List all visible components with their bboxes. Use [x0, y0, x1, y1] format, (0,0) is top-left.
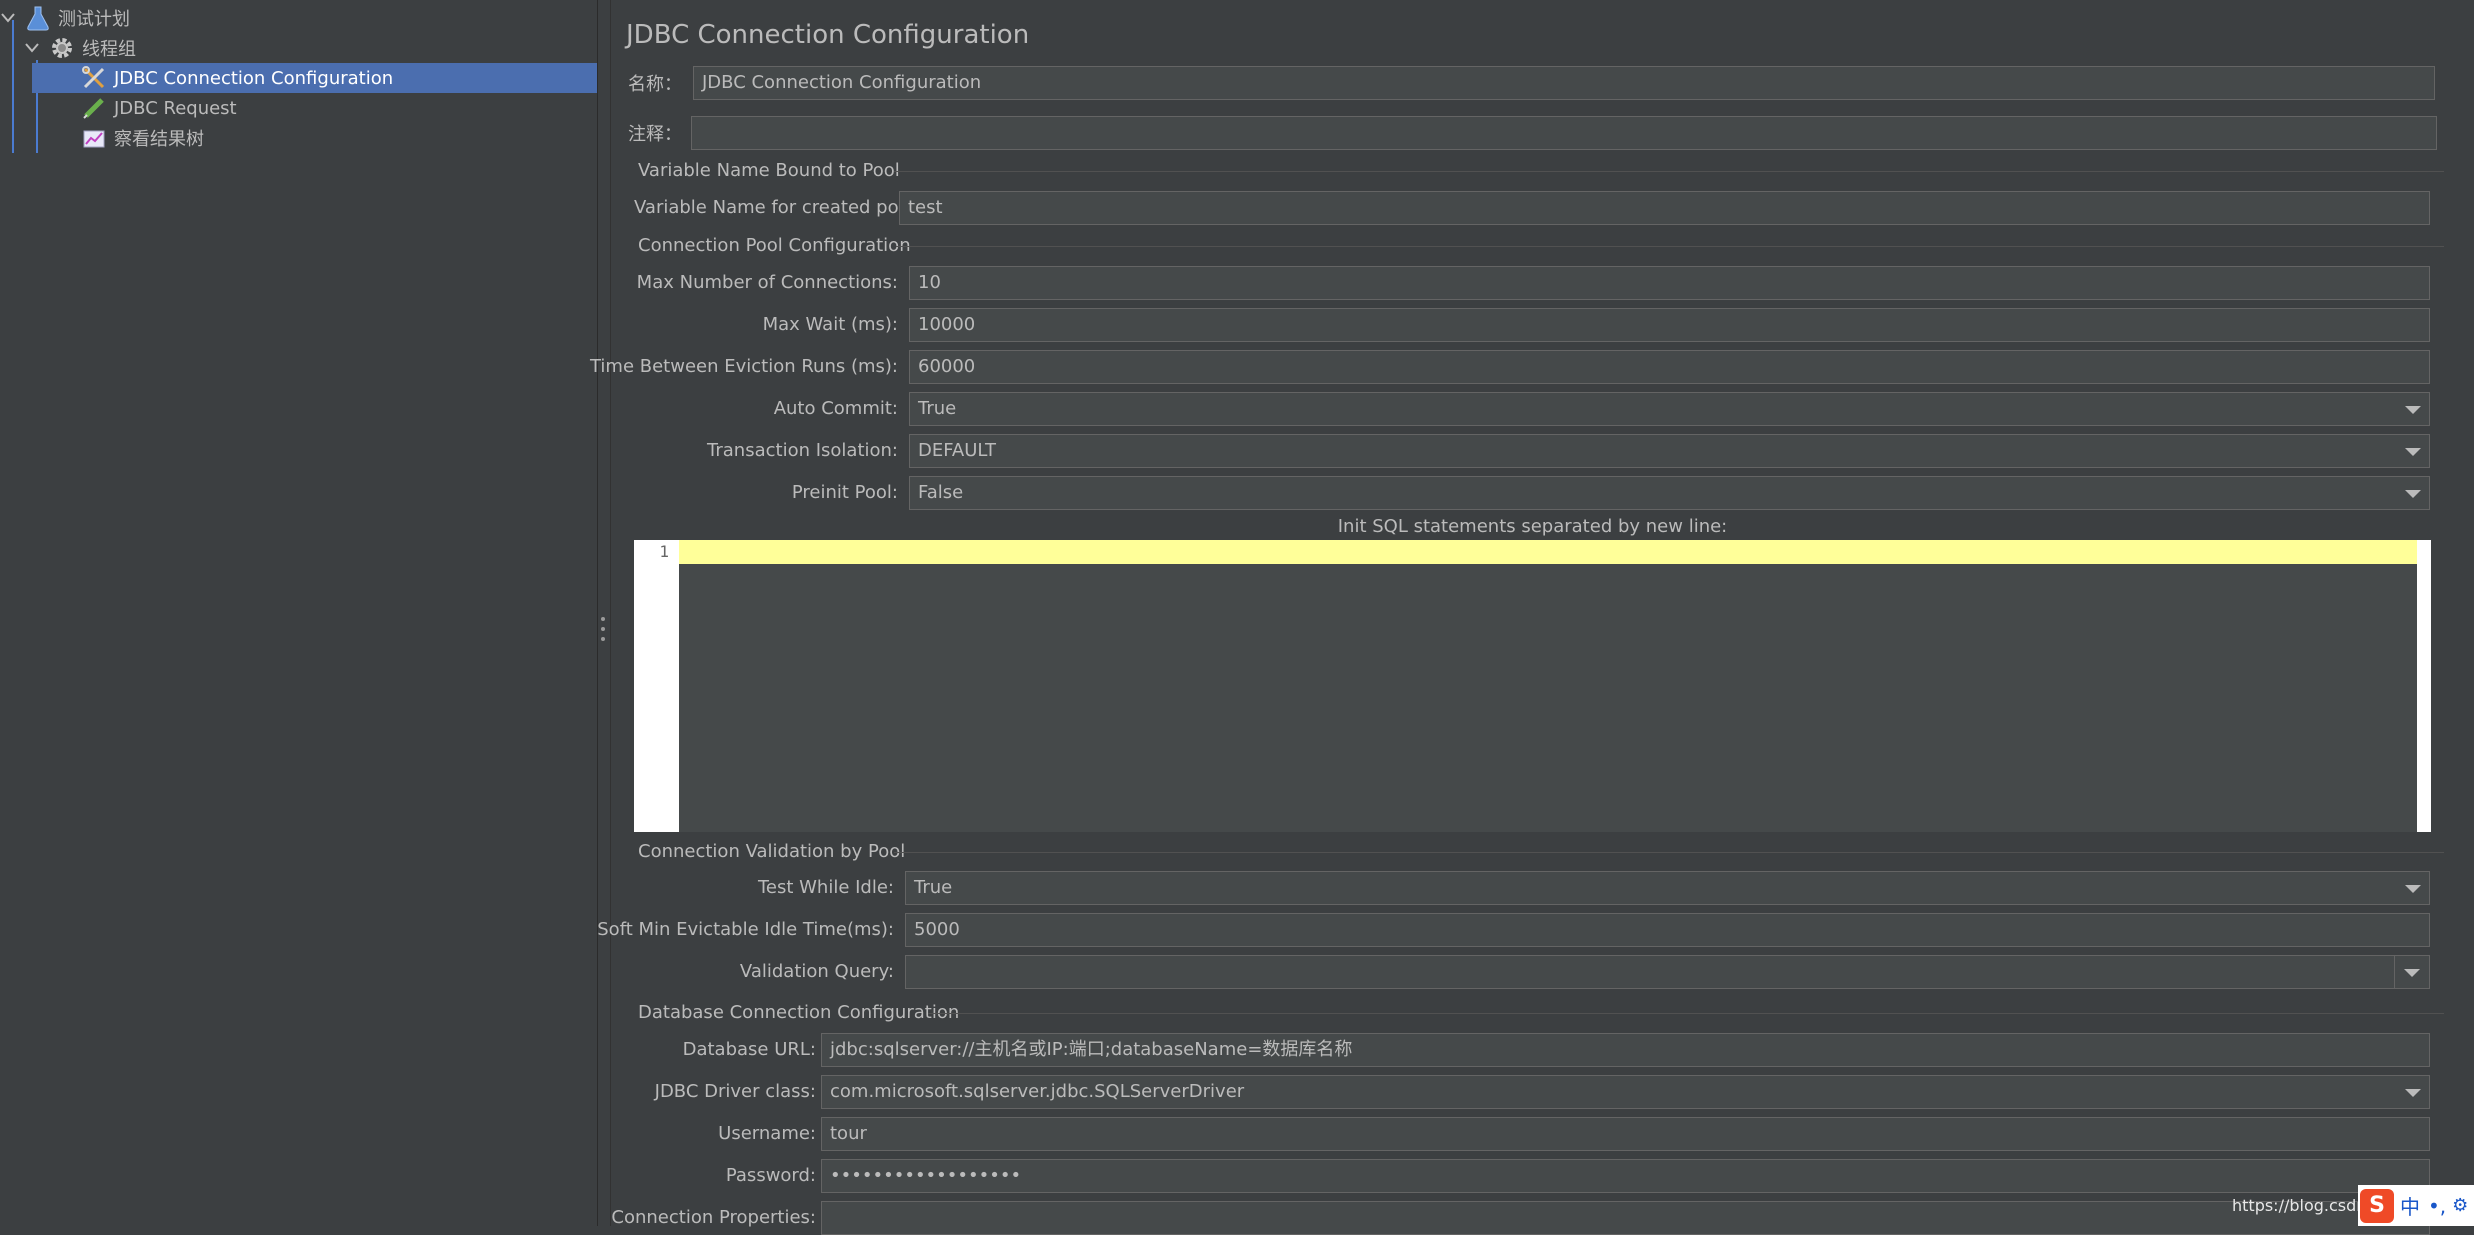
validation-query-label: Validation Query: — [739, 961, 894, 982]
current-line-highlight — [679, 540, 2417, 564]
sogou-logo-icon[interactable]: S — [2360, 1188, 2394, 1223]
config-wrench-icon — [80, 64, 108, 92]
test-idle-label: Test While Idle: — [757, 877, 894, 898]
username-label: Username: — [718, 1123, 816, 1144]
section-divider — [896, 246, 2444, 247]
section-title-bound: Variable Name Bound to Pool — [638, 160, 900, 181]
section-divider — [928, 1013, 2444, 1014]
chevron-down-icon[interactable] — [2404, 969, 2420, 977]
section-divider — [894, 852, 2444, 853]
comment-label: 注释： — [628, 124, 682, 145]
thread-group-gear-icon — [48, 34, 76, 62]
eviction-input[interactable]: 60000 — [909, 350, 2430, 384]
tree-item-jdbc-request[interactable]: JDBC Request — [80, 93, 237, 123]
max-wait-label: Max Wait (ms): — [762, 314, 898, 335]
preinit-label: Preinit Pool: — [791, 482, 898, 503]
isolation-select[interactable]: DEFAULT — [909, 434, 2430, 468]
line-number: 1 — [659, 542, 669, 561]
soft-min-input[interactable]: 5000 — [905, 913, 2430, 947]
tree-item-thread-group[interactable]: 线程组 — [24, 33, 597, 63]
editor-scrollbar[interactable] — [2417, 540, 2431, 832]
select-value: True — [914, 877, 953, 898]
section-title-database: Database Connection Configuration — [638, 1002, 960, 1023]
password-label: Password: — [725, 1165, 816, 1186]
splitter-grip-icon[interactable] — [601, 617, 605, 641]
db-url-input[interactable]: jdbc:sqlserver://主机名或IP:端口;databaseName=… — [821, 1033, 2430, 1067]
validation-query-combo[interactable] — [905, 955, 2430, 989]
tree-item-label: 线程组 — [82, 39, 136, 60]
init-sql-label: Init SQL statements separated by new lin… — [1337, 516, 1728, 537]
tree-item-label: 测试计划 — [58, 9, 130, 30]
name-input[interactable]: JDBC Connection Configuration — [693, 66, 2435, 100]
soft-min-label: Soft Min Evictable Idle Time(ms): — [597, 919, 894, 940]
listener-chart-icon — [80, 124, 108, 152]
eviction-label: Time Between Eviction Runs (ms): — [589, 356, 898, 377]
tree-guide-line — [12, 20, 14, 153]
chevron-down-icon[interactable] — [2405, 885, 2421, 893]
chevron-down-icon[interactable] — [2405, 406, 2421, 414]
ime-settings-icon[interactable]: ⚙ — [2452, 1195, 2468, 1216]
page-title: JDBC Connection Configuration — [626, 20, 1030, 50]
var-name-input[interactable]: test — [899, 191, 2430, 225]
chevron-down-icon[interactable] — [2405, 448, 2421, 456]
tree-item-results-tree[interactable]: 察看结果树 — [80, 123, 204, 153]
tree-item-label: JDBC Connection Configuration — [114, 67, 394, 89]
conn-props-input[interactable] — [821, 1201, 2430, 1235]
section-divider — [894, 171, 2444, 172]
init-sql-textarea[interactable] — [679, 540, 2417, 832]
max-conn-label: Max Number of Connections: — [636, 272, 898, 293]
ime-toolbar[interactable]: S 中 •, ⚙ — [2358, 1185, 2474, 1226]
chevron-down-icon[interactable] — [2405, 490, 2421, 498]
init-sql-editor[interactable]: 1 — [634, 540, 2431, 832]
ime-language-toggle[interactable]: 中 — [2400, 1191, 2420, 1220]
ime-punctuation-toggle[interactable]: •, — [2428, 1194, 2446, 1218]
username-input[interactable]: tour — [821, 1117, 2430, 1151]
chevron-down-icon[interactable] — [0, 10, 16, 26]
select-value: False — [918, 482, 964, 503]
driver-label: JDBC Driver class: — [654, 1081, 816, 1102]
tree-item-label: JDBC Request — [114, 97, 237, 119]
test-plan-flask-icon — [24, 4, 52, 32]
preinit-select[interactable]: False — [909, 476, 2430, 510]
name-label: 名称： — [628, 74, 682, 95]
comment-input[interactable] — [691, 116, 2437, 150]
auto-commit-label: Auto Commit: — [773, 398, 898, 419]
test-plan-tree: 测试计划 线程组 JDBC Connection Configuration J… — [0, 0, 597, 1226]
dropdown-button[interactable] — [2394, 956, 2429, 988]
chevron-down-icon[interactable] — [24, 40, 40, 56]
chevron-down-icon[interactable] — [2405, 1089, 2421, 1097]
select-value: DEFAULT — [918, 440, 996, 461]
tree-item-test-plan[interactable]: 测试计划 — [0, 3, 597, 33]
conn-props-label: Connection Properties: — [611, 1207, 816, 1228]
tree-item-label: 察看结果树 — [114, 129, 204, 150]
max-conn-input[interactable]: 10 — [909, 266, 2430, 300]
line-number-gutter: 1 — [634, 540, 679, 832]
db-url-label: Database URL: — [682, 1039, 816, 1060]
section-title-validation: Connection Validation by Pool — [638, 841, 906, 862]
panel-splitter[interactable] — [597, 0, 611, 1226]
tree-item-jdbc-config[interactable]: JDBC Connection Configuration — [32, 63, 597, 93]
section-title-pool: Connection Pool Configuration — [638, 235, 911, 256]
auto-commit-select[interactable]: True — [909, 392, 2430, 426]
isolation-label: Transaction Isolation: — [707, 440, 898, 461]
max-wait-input[interactable]: 10000 — [909, 308, 2430, 342]
test-idle-select[interactable]: True — [905, 871, 2430, 905]
password-input[interactable]: •••••••••••••••••• — [821, 1159, 2430, 1193]
select-value: True — [918, 398, 957, 419]
sampler-pen-icon — [80, 94, 108, 122]
driver-select[interactable]: com.microsoft.sqlserver.jdbc.SQLServerDr… — [821, 1075, 2430, 1109]
jdbc-config-panel: JDBC Connection Configuration 名称： JDBC C… — [590, 0, 2474, 1235]
select-value: com.microsoft.sqlserver.jdbc.SQLServerDr… — [830, 1081, 1245, 1102]
